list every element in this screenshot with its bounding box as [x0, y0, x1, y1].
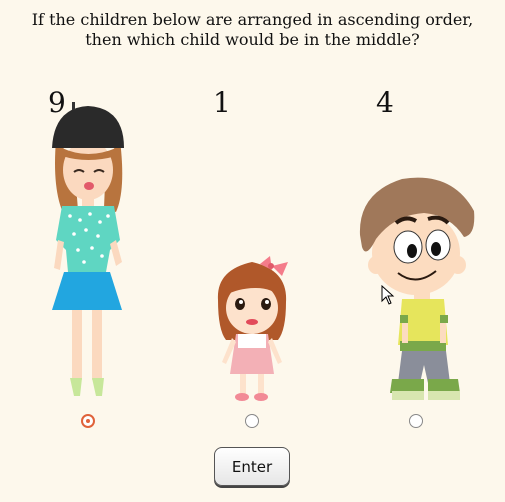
mouse-cursor-icon — [381, 285, 395, 305]
child-3-number: 4 — [376, 86, 394, 119]
child-2-number: 1 — [213, 86, 231, 119]
girl-tall-icon[interactable] — [44, 100, 134, 405]
girl-small-icon[interactable] — [212, 250, 294, 405]
boy-icon[interactable] — [354, 175, 478, 405]
question-line-1: If the children below are arranged in as… — [31, 10, 474, 29]
question-text: If the children below are arranged in as… — [0, 10, 505, 50]
enter-button[interactable]: Enter — [214, 447, 290, 486]
radio-child-1[interactable] — [81, 414, 95, 428]
question-line-2: then which child would be in the middle? — [85, 30, 420, 49]
radio-child-3[interactable] — [409, 414, 423, 428]
radio-child-2[interactable] — [245, 414, 259, 428]
